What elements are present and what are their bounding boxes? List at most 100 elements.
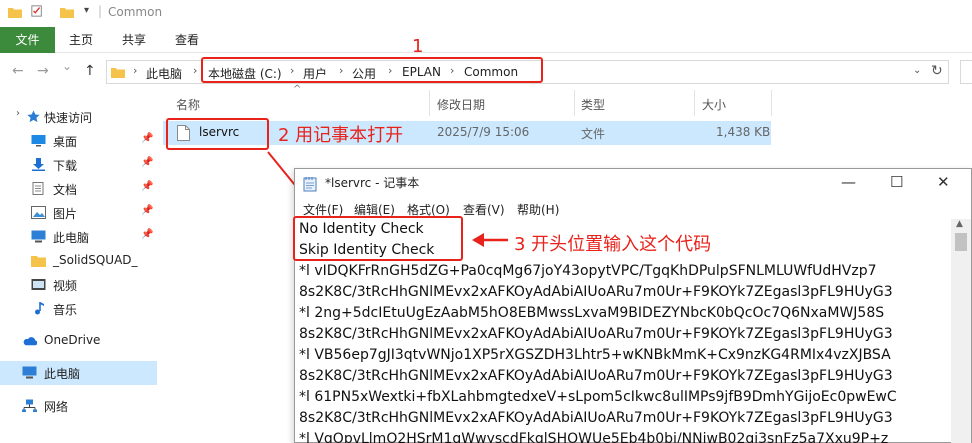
text-line: 8s2K8C/3tRcHhGNlMEvx2xAFKOyAdAbiAIUoARu7… [299,326,893,342]
menu-view[interactable]: 查看(V) [463,201,505,218]
scrollbar-thumb[interactable] [955,233,967,251]
notepad-icon [303,177,317,192]
annotation-step-1: 1 [412,36,424,57]
new-folder-icon[interactable] [60,6,74,18]
explorer-title-bar: ▾ | Common [0,0,972,27]
column-header-type[interactable]: 类型 [581,96,605,113]
text-line: *l VqOpvLlmO2HSrM1gWwyscdFkqlSHOWUe5Eb4b… [299,431,889,443]
column-header-name[interactable]: 名称 [176,96,200,113]
sidebar-item-label: 图片 [53,207,78,221]
computer-icon [31,230,46,243]
sidebar-item-onedrive[interactable]: OneDrive [0,329,157,353]
computer-icon [22,366,37,379]
document-icon [32,182,44,195]
address-highlight-box [201,57,543,83]
properties-icon[interactable] [30,5,44,17]
text-line: *l 2ng+5dcIEtuUgEzAabM5hO8EBMwssLxvaM9BI… [299,305,885,321]
pin-icon[interactable]: 📌 [141,133,153,144]
pin-icon[interactable]: 📌 [141,157,153,168]
text-line: 8s2K8C/3tRcHhGNlMEvx2xAFKOyAdAbiAIUoARu7… [299,410,893,426]
sidebar-item-label: 快速访问 [44,111,93,125]
tab-home[interactable]: 主页 [69,31,93,48]
column-header-date[interactable]: 修改日期 [437,96,485,113]
file-size: 1,438 KB [716,125,771,139]
sidebar-item-pictures[interactable]: 图片 📌 [0,201,157,225]
sidebar-item-videos[interactable]: 视频 [0,273,157,297]
folder-icon [111,68,125,78]
pin-icon[interactable]: 📌 [141,205,153,216]
refresh-icon[interactable]: ↻ [931,63,943,79]
title-divider: | [98,4,103,18]
sidebar-item-network[interactable]: 网络 [0,394,157,418]
sidebar-item-desktop[interactable]: 桌面 📌 [0,129,157,153]
video-icon [31,279,46,290]
text-line: 8s2K8C/3tRcHhGNlMEvx2xAFKOyAdAbiAIUoARu7… [299,284,893,300]
forward-icon[interactable]: → [37,63,49,79]
tab-share[interactable]: 共享 [122,31,146,48]
file-type: 文件 [581,127,606,141]
sidebar-item-quick-access[interactable]: › 快速访问 [0,105,157,129]
annotation-step-3: 3 开头位置输入这个代码 [514,234,712,255]
desktop-icon [31,135,46,147]
minimize-button[interactable]: — [841,173,856,191]
navigation-pane: › 快速访问 桌面 📌 下载 📌 文档 📌 图片 📌 此电脑 📌 _SolidS… [0,89,157,443]
maximize-button[interactable]: ☐ [890,173,903,191]
pin-icon[interactable]: 📌 [141,181,153,192]
download-icon [32,158,45,171]
sidebar-item-music[interactable]: 音乐 [0,297,157,321]
ribbon-tabs: 文件 主页 共享 查看 [0,27,972,53]
column-divider[interactable] [694,90,695,116]
text-line: *l vIDQKFrRnGH5dZG+Pa0cqMg67joY43opytVPC… [299,263,877,279]
sidebar-item-label: 桌面 [53,135,78,149]
up-icon[interactable]: ↑ [84,63,96,79]
vertical-scrollbar[interactable]: ▲ [951,219,971,443]
scroll-up-icon[interactable]: ▲ [956,219,963,229]
window-title: Common [108,5,163,19]
quick-access-dropdown-icon[interactable]: ▾ [84,5,89,16]
address-dropdown-icon[interactable]: ⌄ [913,65,921,76]
sort-ascending-icon[interactable]: ^ [293,84,301,95]
sidebar-item-label: 文档 [53,183,78,197]
notepad-window[interactable]: *lservrc - 记事本 — ☐ ✕ 文件(F) 编辑(E) 格式(O) 查… [294,168,972,443]
column-divider[interactable] [574,90,575,116]
annotation-step-2: 2 用记事本打开 [278,125,404,146]
tab-view[interactable]: 查看 [175,31,199,48]
sidebar-item-label: 此电脑 [53,231,90,245]
breadcrumb-this-pc[interactable]: 此电脑 [146,65,182,82]
sidebar-item-label: 网络 [44,400,69,414]
text-line: 8s2K8C/3tRcHhGNlMEvx2xAFKOyAdAbiAIUoARu7… [299,368,893,384]
breadcrumb-separator[interactable]: › [133,64,137,77]
close-button[interactable]: ✕ [937,173,950,191]
code-highlight-box [293,216,463,261]
expand-icon[interactable]: › [16,108,20,119]
sidebar-item-label: 视频 [53,279,78,293]
sidebar-item-label: _SolidSQUAD_ [53,253,138,267]
sidebar-item-solidsquad[interactable]: _SolidSQUAD_ [0,249,157,273]
breadcrumb-separator[interactable]: › [193,64,197,77]
column-divider[interactable] [771,90,772,116]
sidebar-item-label: 此电脑 [44,367,81,381]
sidebar-item-documents[interactable]: 文档 📌 [0,177,157,201]
sidebar-item-label: OneDrive [44,333,101,347]
back-icon[interactable]: ← [12,63,24,79]
sidebar-item-downloads[interactable]: 下载 📌 [0,153,157,177]
sidebar-item-this-pc[interactable]: 此电脑 [0,361,157,385]
search-box[interactable] [960,60,972,84]
cloud-icon [23,337,37,346]
music-icon [35,302,44,315]
text-line: *l 61PN5xWextki+fbXLahbmgtedxeV+sLpom5cI… [299,389,897,405]
column-header-size[interactable]: 大小 [702,96,726,113]
network-icon [22,399,37,412]
sidebar-item-label: 下载 [53,159,78,173]
menu-help[interactable]: 帮助(H) [517,201,559,218]
tab-file[interactable]: 文件 [0,27,55,53]
sidebar-item-this-pc-quick[interactable]: 此电脑 📌 [0,225,157,249]
sidebar-item-label: 音乐 [53,303,78,317]
notepad-title: *lservrc - 记事本 [325,176,420,190]
recent-locations-icon[interactable]: ⌄ [62,59,72,73]
column-divider[interactable] [429,90,430,116]
pin-icon[interactable]: 📌 [141,229,153,240]
file-highlight-box [166,118,269,150]
folder-icon[interactable] [8,6,22,18]
folder-icon [31,256,46,267]
